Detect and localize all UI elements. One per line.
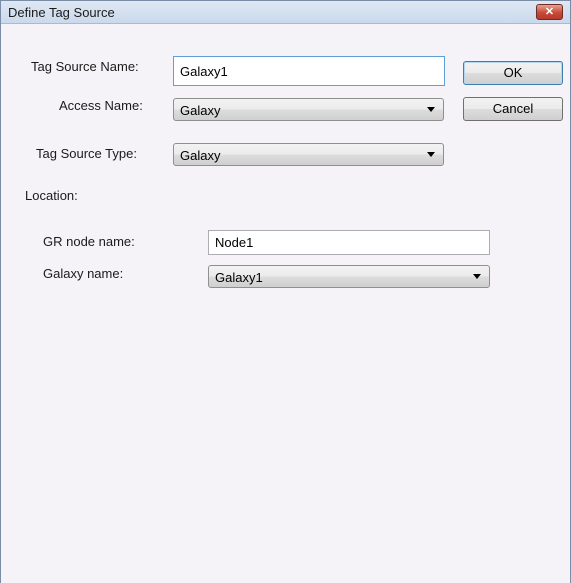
galaxy-name-value: Galaxy1	[215, 270, 263, 285]
chevron-down-icon	[473, 274, 481, 279]
window-title: Define Tag Source	[8, 5, 115, 20]
galaxy-name-dropdown[interactable]: Galaxy1	[208, 265, 490, 288]
access-name-dropdown[interactable]: Galaxy	[173, 98, 444, 121]
close-button[interactable]: ✕	[536, 4, 563, 20]
tag-source-name-label: Tag Source Name:	[31, 59, 139, 74]
location-label: Location:	[25, 188, 78, 203]
tag-source-type-value: Galaxy	[180, 148, 221, 163]
access-name-label: Access Name:	[59, 98, 143, 113]
gr-node-name-label: GR node name:	[43, 234, 135, 249]
tag-source-type-dropdown[interactable]: Galaxy	[173, 143, 444, 166]
title-bar[interactable]: Define Tag Source ✕	[1, 1, 570, 24]
tag-source-name-input[interactable]: Galaxy1	[173, 56, 445, 86]
gr-node-name-input[interactable]: Node1	[208, 230, 490, 255]
cancel-button[interactable]: Cancel	[463, 97, 563, 121]
ok-button[interactable]: OK	[463, 61, 563, 85]
define-tag-source-dialog: Define Tag Source ✕ Tag Source Name: Gal…	[0, 0, 571, 583]
chevron-down-icon	[427, 107, 435, 112]
tag-source-type-label: Tag Source Type:	[36, 146, 137, 161]
close-icon: ✕	[544, 6, 555, 18]
galaxy-name-label: Galaxy name:	[43, 266, 124, 281]
chevron-down-icon	[427, 152, 435, 157]
access-name-value: Galaxy	[180, 103, 221, 118]
